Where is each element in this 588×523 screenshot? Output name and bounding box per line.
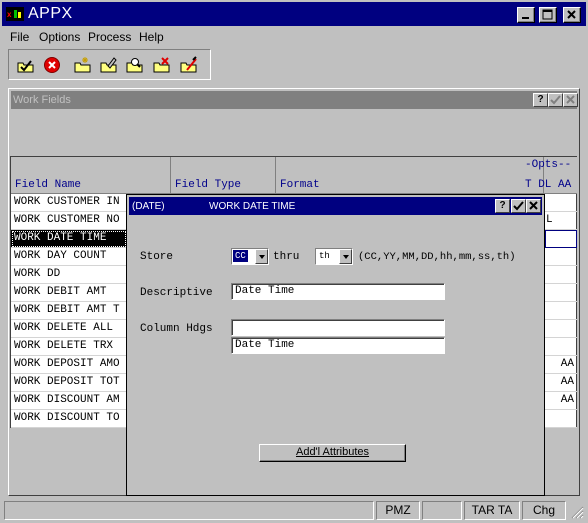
table-row[interactable]: WORK DD	[11, 266, 127, 284]
store-from-select[interactable]: CC	[231, 248, 269, 265]
help-icon: ?	[537, 94, 544, 105]
close-icon	[566, 95, 575, 104]
opts-label: -Opts--	[525, 159, 572, 171]
table-row[interactable]: WORK DATE TIME	[11, 230, 127, 248]
check-icon	[550, 95, 561, 105]
column-header-field-name[interactable]: Field Name	[11, 157, 171, 194]
store-format-hint: (CC,YY,MM,DD,hh,mm,ss,th)	[358, 251, 516, 263]
menu-process[interactable]: Process	[88, 30, 131, 44]
addl-attributes-label: Add'l Attributes	[295, 446, 370, 458]
app-title: APPX	[28, 5, 73, 22]
appx-logo-icon: x	[6, 7, 24, 21]
table-opts-cell	[545, 266, 577, 284]
column-heading-2-input[interactable]: Date Time	[231, 337, 445, 354]
store-to-value: th	[319, 251, 330, 261]
work-fields-title-bar[interactable]: Work Fields ?	[11, 91, 578, 109]
work-fields-title: Work Fields	[13, 94, 71, 106]
descriptive-label: Descriptive	[140, 287, 213, 299]
minimize-button[interactable]	[517, 7, 535, 23]
table-opts-cell	[545, 230, 577, 248]
table-row[interactable]: WORK DEPOSIT TOT	[11, 374, 127, 392]
table-row[interactable]: WORK DELETE ALL	[11, 320, 127, 338]
dialog-title: WORK DATE TIME	[209, 201, 296, 212]
status-empty	[422, 501, 462, 520]
tools-folder-icon[interactable]	[179, 56, 199, 74]
table-opts-cell: AA	[545, 392, 577, 410]
close-icon	[567, 10, 576, 19]
opts-sub-label: T DL AA	[525, 179, 572, 191]
column-header-label: Field Name	[15, 179, 82, 191]
resize-grip-icon[interactable]	[570, 505, 584, 519]
new-folder-icon[interactable]	[73, 56, 93, 74]
status-pmz: PMZ	[376, 501, 420, 520]
maximize-button[interactable]	[539, 7, 557, 23]
edit-folder-icon[interactable]	[99, 56, 119, 74]
store-to-select[interactable]: th	[315, 248, 353, 265]
minimize-icon	[522, 17, 529, 19]
help-button[interactable]: ?	[533, 93, 548, 107]
column-hdgs-label: Column Hdgs	[140, 323, 213, 335]
column-header-label: Field Type	[175, 179, 242, 191]
delete-folder-icon[interactable]	[152, 56, 172, 74]
accept-button[interactable]	[548, 93, 563, 107]
table-opts-cell	[545, 338, 577, 356]
dialog-type-tag: (DATE)	[132, 201, 165, 212]
table-opts-cell: AA	[545, 356, 577, 374]
close-window-button[interactable]	[563, 93, 578, 107]
column-header-label: Format	[280, 179, 320, 191]
menu-help[interactable]: Help	[139, 30, 164, 44]
menu-bar: File Options Process Help	[2, 27, 586, 47]
table-opts-cell	[545, 194, 577, 212]
chevron-down-icon[interactable]	[339, 249, 352, 264]
descriptive-input[interactable]: Date Time	[231, 283, 445, 300]
close-button[interactable]	[563, 7, 581, 23]
table-opts-cell: L	[545, 212, 577, 230]
table-row[interactable]: WORK DEBIT AMT T	[11, 302, 127, 320]
column-header-opts[interactable]: -Opts-- T DL AA	[525, 157, 577, 194]
table-opts-cell	[545, 302, 577, 320]
table-row[interactable]: WORK DAY COUNT	[11, 248, 127, 266]
thru-label: thru	[273, 251, 300, 263]
table-opts-cell	[545, 248, 577, 266]
table-opts-cell	[545, 320, 577, 338]
addl-attributes-button[interactable]: Add'l Attributes	[259, 444, 406, 462]
menu-options[interactable]: Options	[39, 30, 80, 44]
check-folder-icon[interactable]	[16, 56, 36, 74]
status-tar-ta: TAR TA	[464, 501, 520, 520]
dialog-close-button[interactable]	[526, 199, 541, 213]
store-label: Store	[140, 251, 174, 263]
dialog-title-bar[interactable]: (DATE) WORK DATE TIME ?	[129, 197, 542, 215]
table-opts-cell	[545, 410, 577, 428]
help-icon: ?	[499, 200, 506, 211]
status-bar: PMZ TAR TA Chg	[2, 499, 586, 521]
column-header-format[interactable]: Format	[276, 157, 544, 194]
table-row[interactable]: WORK CUSTOMER NO	[11, 212, 127, 230]
svg-text:x: x	[7, 10, 12, 19]
table-row[interactable]: WORK DEBIT AMT	[11, 284, 127, 302]
store-from-value: CC	[233, 250, 248, 262]
search-folder-icon[interactable]	[125, 56, 145, 74]
cancel-icon[interactable]	[42, 56, 62, 74]
table-row[interactable]: WORK DELETE TRX	[11, 338, 127, 356]
status-message	[4, 501, 374, 520]
table-row[interactable]: WORK CUSTOMER IN	[11, 194, 127, 212]
check-icon	[513, 201, 524, 211]
table-opts-cell	[545, 284, 577, 302]
table-row[interactable]: WORK DEPOSIT AMO	[11, 356, 127, 374]
table-row[interactable]: WORK DISCOUNT TO	[11, 410, 127, 428]
app-title-bar[interactable]: x APPX	[2, 2, 586, 26]
toolbar	[8, 49, 211, 80]
dialog-accept-button[interactable]	[511, 199, 526, 213]
table-row[interactable]: WORK DISCOUNT AM	[11, 392, 127, 410]
close-icon	[529, 201, 538, 210]
chevron-down-icon[interactable]	[255, 249, 268, 264]
maximize-icon	[542, 9, 553, 20]
status-mode: Chg	[522, 501, 566, 520]
column-heading-1-input[interactable]	[231, 319, 445, 336]
work-date-time-dialog: (DATE) WORK DATE TIME ? Store CC thru th…	[126, 194, 545, 496]
column-header-field-type[interactable]: Field Type	[171, 157, 276, 194]
dialog-help-button[interactable]: ?	[495, 199, 510, 213]
table-opts-cell: AA	[545, 374, 577, 392]
menu-file[interactable]: File	[10, 30, 29, 44]
